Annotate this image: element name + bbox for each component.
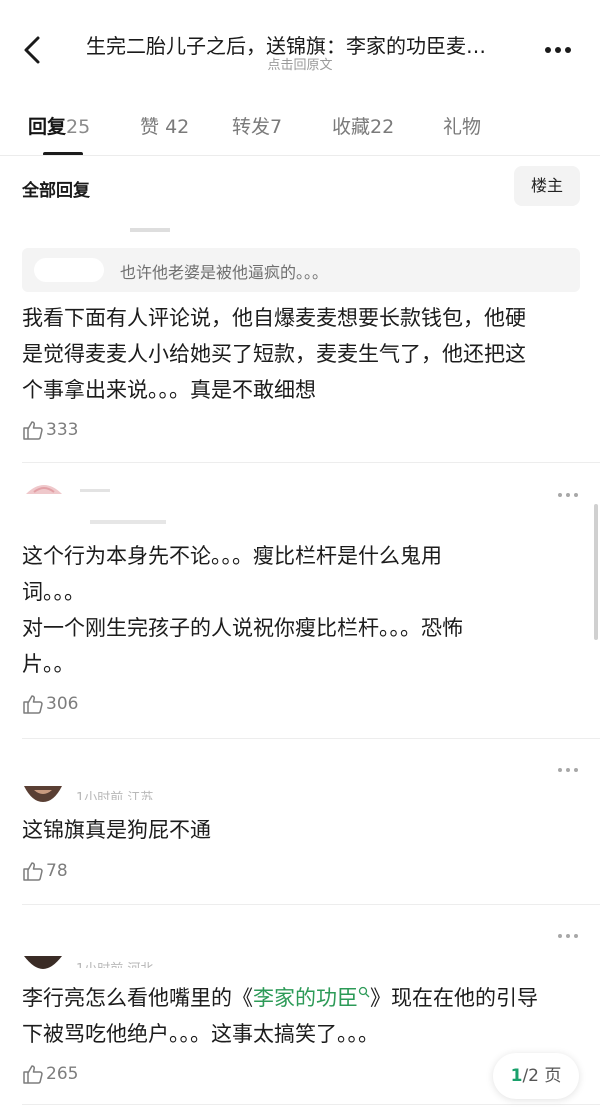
comment-text: 李行亮怎么看他嘴里的《李家的功臣 》现在在他的引导 下被骂吃他绝户。。。这事太搞笑… bbox=[22, 986, 538, 1046]
like-button[interactable]: 306 bbox=[22, 692, 78, 716]
tab-gifts[interactable]: 礼物 bbox=[443, 112, 481, 139]
comment-divider bbox=[22, 462, 600, 463]
tab-reposts[interactable]: 转发7 bbox=[232, 112, 282, 139]
more-options-icon[interactable] bbox=[538, 34, 578, 64]
tab-replies[interactable]: 回复25 bbox=[28, 112, 90, 139]
comment-meta bbox=[90, 520, 166, 524]
like-count: 265 bbox=[46, 1064, 79, 1084]
thumbs-up-icon bbox=[23, 1065, 43, 1084]
comment-time-location: 1小时前 河北 bbox=[76, 958, 153, 968]
tab-likes[interactable]: 赞 42 bbox=[140, 112, 189, 139]
comment-more-icon[interactable] bbox=[556, 490, 580, 500]
back-to-original-link[interactable]: 点击回原文 bbox=[0, 54, 600, 73]
like-button[interactable]: 78 bbox=[22, 859, 68, 883]
avatar[interactable] bbox=[22, 480, 66, 494]
quoted-reply[interactable]: 也许他老婆是被他逼疯的。。。 bbox=[22, 248, 580, 292]
username[interactable] bbox=[80, 488, 120, 494]
like-count: 78 bbox=[46, 861, 68, 881]
comment-text: 这个行为本身先不论。。。瘦比栏杆是什么鬼用 词。。。 对一个刚生完孩子的人说祝你… bbox=[22, 544, 463, 676]
tab-favorites[interactable]: 收藏22 bbox=[332, 112, 394, 139]
topic-link[interactable]: 李家的功臣 bbox=[253, 986, 370, 1010]
all-replies-label[interactable]: 全部回复 bbox=[22, 176, 90, 201]
comment-more-icon[interactable] bbox=[556, 931, 580, 941]
top-nav: 生完二胎儿子之后，送锦旗：李家的功臣麦… 点击回原文 bbox=[0, 0, 600, 96]
like-button[interactable]: 265 bbox=[22, 1062, 78, 1086]
search-icon bbox=[358, 986, 370, 998]
comment-time-location: 1小时前 江苏 bbox=[76, 791, 154, 800]
page-indicator[interactable]: 1/2 页 bbox=[493, 1053, 579, 1099]
comment-text: 这锦旗真是狗屁不通 bbox=[22, 818, 211, 842]
tab-bar: 回复25 赞 42 转发7 收藏22 礼物 bbox=[0, 100, 600, 156]
op-only-button[interactable]: 楼主 bbox=[514, 166, 580, 206]
like-count: 306 bbox=[46, 694, 79, 714]
tabs-divider bbox=[0, 155, 600, 156]
thumbs-up-icon bbox=[23, 695, 43, 714]
comment-more-icon[interactable] bbox=[556, 765, 580, 775]
comment-divider bbox=[22, 738, 600, 739]
comment-text: 我看下面有人评论说，他自爆麦麦想要长款钱包，他硬 是觉得麦麦人小给她买了短款，麦… bbox=[22, 306, 526, 402]
like-count: 333 bbox=[46, 420, 79, 440]
comment-divider bbox=[22, 904, 600, 905]
redacted-name bbox=[34, 258, 104, 282]
thumbs-up-icon bbox=[23, 421, 43, 440]
avatar bbox=[130, 228, 170, 232]
avatar[interactable] bbox=[22, 956, 64, 969]
scrollbar[interactable] bbox=[594, 504, 598, 640]
thumbs-up-icon bbox=[23, 862, 43, 881]
like-button[interactable]: 333 bbox=[22, 418, 78, 442]
quoted-reply-text: 也许他老婆是被他逼疯的。。。 bbox=[120, 263, 329, 282]
comment-divider bbox=[22, 1104, 600, 1105]
avatar[interactable] bbox=[22, 786, 64, 802]
